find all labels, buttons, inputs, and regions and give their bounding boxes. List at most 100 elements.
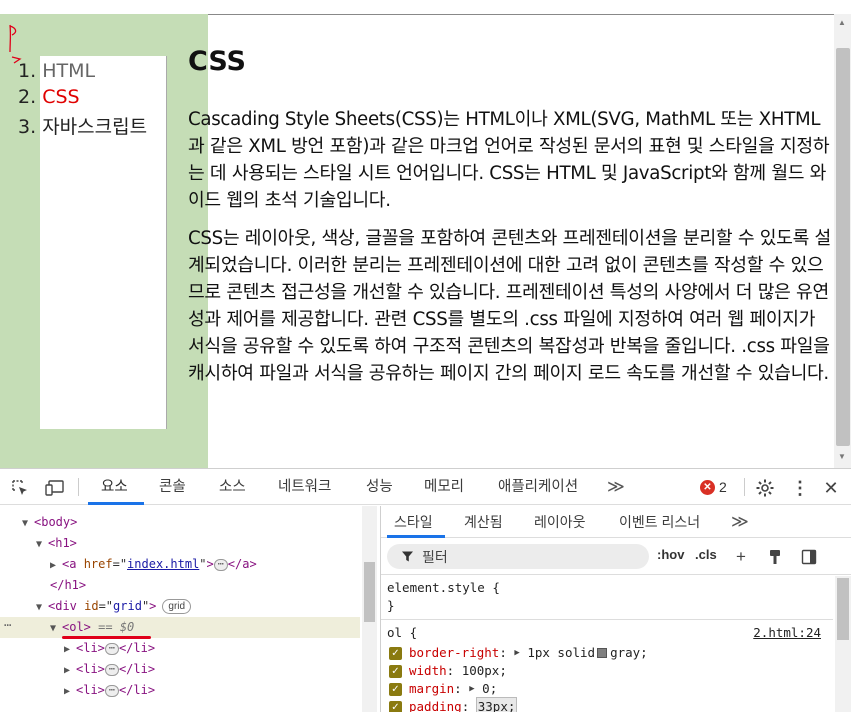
element-style-selector[interactable]: element.style {	[387, 579, 500, 597]
tab-event-listeners[interactable]: 이벤트 리스너	[619, 506, 700, 538]
expand-triangle-icon[interactable]: ▶	[469, 680, 474, 698]
more-tabs-icon[interactable]: ≫	[607, 469, 625, 505]
active-tab-indicator	[387, 535, 445, 538]
nav-item-css[interactable]: 2. CSS	[18, 86, 80, 108]
more-tabs-icon[interactable]: ≫	[731, 506, 749, 538]
checkbox-checked-icon[interactable]: ✓	[389, 646, 402, 660]
expand-triangle-icon[interactable]: ▶	[64, 639, 76, 660]
dom-tree: ⋯ ▼ <body> ▼ <h1> ▶ <a href="index.html"> ⋯ <…	[0, 506, 380, 712]
tab-network[interactable]: 네트워크	[278, 469, 331, 505]
dom-node-body[interactable]: ▼ <body>	[22, 512, 77, 533]
collapsed-content-icon[interactable]: ⋯	[104, 642, 119, 655]
tab-performance[interactable]: 성능	[366, 469, 393, 505]
dom-node-li[interactable]: ▶ <li> ⋯ </li>	[64, 680, 155, 701]
ol-rule-selector[interactable]: ol { 2.html:24	[387, 624, 827, 642]
prop-value[interactable]: 100px;	[462, 662, 507, 680]
expand-triangle-icon[interactable]: ▶	[514, 644, 519, 662]
inspect-element-icon[interactable]	[9, 477, 31, 499]
scroll-up-icon[interactable]: ▲	[838, 18, 846, 27]
prop-border-right[interactable]: ✓ border-right: ▶ 1px solid gray;	[389, 644, 648, 662]
collapse-triangle-icon[interactable]: ▼	[36, 534, 48, 555]
dom-node-ol-selected[interactable]: ▼ <ol> == $0	[50, 617, 134, 638]
dom-node-div-grid[interactable]: ▼ <div id="grid"> grid	[36, 596, 192, 618]
checkbox-checked-icon[interactable]: ✓	[389, 682, 402, 696]
dom-node-h1-end[interactable]: </h1>	[50, 575, 86, 596]
collapsed-content-icon[interactable]: ⋯	[104, 684, 119, 697]
prop-value-editing[interactable]: 33px;	[475, 697, 518, 712]
expand-triangle-icon[interactable]: ▶	[64, 660, 76, 681]
device-toolbar-icon[interactable]	[44, 477, 66, 499]
prop-width[interactable]: ✓ width: 100px;	[389, 662, 507, 680]
dom-node-li[interactable]: ▶ <li> ⋯ </li>	[64, 638, 155, 659]
dom-node-li[interactable]: ▶ <li> ⋯ </li>	[64, 659, 155, 680]
collapsed-content-icon[interactable]: ⋯	[213, 558, 228, 571]
settings-gear-icon[interactable]	[754, 477, 776, 499]
toggle-sidebar-icon[interactable]	[799, 547, 819, 567]
checkbox-checked-icon[interactable]: ✓	[389, 700, 402, 712]
page-top-border	[208, 14, 834, 15]
dom-scroll-thumb[interactable]	[364, 562, 375, 622]
scroll-down-icon[interactable]: ▼	[838, 452, 846, 461]
toolbar-divider	[78, 478, 79, 496]
tag-body: <body>	[34, 515, 78, 529]
prop-name[interactable]: width	[409, 662, 447, 680]
rule-selector-text: ol {	[387, 625, 418, 640]
collapse-triangle-icon[interactable]: ▼	[36, 597, 48, 618]
error-counter[interactable]: ✕ 2	[700, 479, 727, 495]
prop-name[interactable]: border-right	[409, 644, 499, 662]
tab-layout[interactable]: 레이아웃	[534, 506, 586, 538]
hover-state-button[interactable]: :hov	[657, 547, 684, 562]
filter-input[interactable]: 필터	[387, 544, 649, 569]
more-options-icon[interactable]: ⋮	[789, 477, 811, 499]
dom-node-a[interactable]: ▶ <a href="index.html"> ⋯ </a>	[50, 554, 257, 575]
tab-sources[interactable]: 소스	[219, 469, 246, 505]
nav-link-css[interactable]: CSS	[42, 86, 79, 108]
rule-source-link[interactable]: 2.html:24	[753, 624, 821, 642]
collapse-triangle-icon[interactable]: ▼	[50, 618, 62, 639]
prop-name[interactable]: margin	[409, 680, 454, 698]
close-icon[interactable]: ✕	[820, 477, 842, 499]
tab-styles[interactable]: 스타일	[394, 506, 433, 538]
page-scroll-thumb[interactable]	[836, 48, 850, 446]
prop-name[interactable]: padding	[409, 698, 462, 712]
nav-number: 2.	[18, 86, 37, 108]
color-swatch-icon[interactable]	[597, 648, 608, 658]
paragraph-intro: Cascading Style Sheets(CSS)는 HTML이나 XML(…	[188, 109, 830, 211]
styles-pane: 스타일 계산됨 레이아웃 이벤트 리스너 ≫ 필터 :hov .cls + el…	[381, 506, 851, 712]
tag-ol: <ol>	[62, 620, 91, 634]
node-actions-icon[interactable]: ⋯	[4, 618, 12, 632]
error-icon: ✕	[700, 479, 715, 495]
nav-link-html[interactable]: HTML	[42, 60, 95, 82]
add-rule-plus-icon[interactable]: +	[731, 547, 751, 567]
nav-item-javascript[interactable]: 3. 자바스크립트	[18, 112, 147, 139]
attr-href-value[interactable]: index.html	[127, 557, 199, 571]
grid-badge[interactable]: grid	[162, 599, 192, 614]
tab-application[interactable]: 애플리케이션	[498, 469, 578, 505]
devtools-panel: 요소 콘솔 소스 네트워크 성능 메모리 애플리케이션 ≫ ✕ 2 ⋮ ✕ ⋯ …	[0, 468, 851, 712]
tab-memory[interactable]: 메모리	[424, 469, 464, 505]
expand-triangle-icon[interactable]: ▶	[64, 681, 76, 702]
filter-funnel-icon	[402, 551, 413, 562]
nav-number: 1.	[18, 60, 37, 82]
paint-brush-icon[interactable]	[765, 547, 785, 567]
prop-padding[interactable]: ✓ padding: 33px;	[389, 697, 518, 712]
expand-triangle-icon[interactable]: ▶	[50, 555, 62, 576]
prop-value-color[interactable]: gray;	[610, 644, 648, 662]
tab-elements[interactable]: 요소	[101, 469, 128, 505]
nav-link-javascript[interactable]: 자바스크립트	[42, 116, 147, 138]
tab-computed[interactable]: 계산됨	[464, 506, 503, 538]
prop-value[interactable]: 1px solid	[527, 644, 595, 662]
dom-node-h1[interactable]: ▼ <h1>	[36, 533, 77, 554]
class-toggle-button[interactable]: .cls	[695, 547, 717, 562]
tag-li-close: </li>	[118, 641, 156, 655]
tag-div-close-bracket: >	[149, 599, 157, 613]
nav-item-html[interactable]: 1. HTML	[18, 60, 95, 82]
prop-value[interactable]: 0;	[482, 680, 497, 698]
prop-margin[interactable]: ✓ margin: ▶ 0;	[389, 680, 497, 698]
collapse-triangle-icon[interactable]: ▼	[22, 513, 34, 534]
tab-console[interactable]: 콘솔	[159, 469, 186, 505]
checkbox-checked-icon[interactable]: ✓	[389, 664, 402, 678]
collapsed-content-icon[interactable]: ⋯	[104, 663, 119, 676]
styles-scroll-thumb[interactable]	[837, 578, 849, 640]
devtools-toolbar: 요소 콘솔 소스 네트워크 성능 메모리 애플리케이션 ≫ ✕ 2 ⋮ ✕	[0, 469, 851, 505]
